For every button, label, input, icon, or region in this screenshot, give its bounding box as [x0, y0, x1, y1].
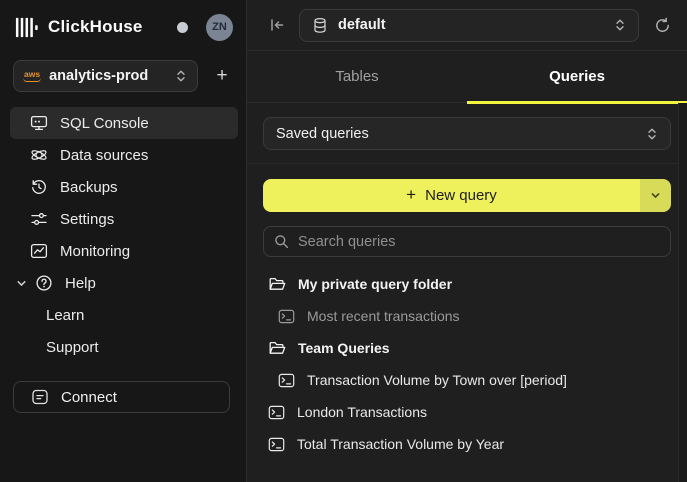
- connect-button[interactable]: Connect: [13, 381, 230, 413]
- add-service-button[interactable]: +: [206, 60, 238, 92]
- data-sources-icon: [30, 146, 48, 164]
- sidebar-item-backups[interactable]: Backups: [10, 171, 238, 203]
- query-item-total-transaction-volume-by-year[interactable]: Total Transaction Volume by Year: [263, 428, 671, 460]
- query-icon: [268, 437, 285, 452]
- aws-icon: aws: [24, 70, 40, 82]
- folder-open-icon: [268, 276, 286, 292]
- folder-open-icon: [268, 340, 286, 356]
- chevron-down-icon: [16, 278, 27, 289]
- tab-queries[interactable]: Queries: [467, 51, 687, 102]
- connect-label: Connect: [61, 389, 117, 406]
- sidebar-item-label: Support: [46, 339, 99, 356]
- tab-tables[interactable]: Tables: [247, 51, 467, 102]
- sidebar-item-label: Monitoring: [60, 243, 130, 260]
- query-item-most-recent-transactions[interactable]: Most recent transactions: [263, 300, 671, 332]
- service-row: aws analytics-prod +: [0, 54, 246, 92]
- sidebar-item-learn[interactable]: Learn: [10, 299, 238, 331]
- panel-content: Saved queries + New query: [247, 103, 687, 482]
- sidebar-item-label: Data sources: [60, 147, 148, 164]
- query-icon: [268, 405, 285, 420]
- sidebar-item-monitoring[interactable]: Monitoring: [10, 235, 238, 267]
- database-selector[interactable]: default: [299, 9, 639, 42]
- search-icon: [274, 234, 289, 249]
- query-item-transaction-volume-by-town-over-period[interactable]: Transaction Volume by Town over [period]: [263, 364, 671, 396]
- monitoring-icon: [30, 242, 48, 260]
- query-item-label: Total Transaction Volume by Year: [297, 436, 504, 452]
- sidebar-item-support[interactable]: Support: [10, 331, 238, 363]
- sidebar: ClickHouse ZN aws analytics-prod + SQL C…: [0, 0, 247, 482]
- saved-queries-selector[interactable]: Saved queries: [263, 117, 671, 150]
- service-selector[interactable]: aws analytics-prod: [13, 60, 198, 92]
- query-item-label: Most recent transactions: [307, 308, 460, 324]
- service-name: analytics-prod: [49, 68, 166, 84]
- sidebar-item-data-sources[interactable]: Data sources: [10, 139, 238, 171]
- tab-label: Queries: [549, 68, 605, 85]
- query-item-label: London Transactions: [297, 404, 427, 420]
- queries-panel: default Tables Queries Saved queries: [247, 0, 687, 482]
- query-icon: [278, 309, 295, 324]
- chevron-updown-icon: [175, 69, 187, 83]
- clickhouse-logo-icon: [14, 15, 39, 40]
- brand-row: ClickHouse ZN: [0, 0, 246, 54]
- new-query-label: New query: [425, 187, 497, 204]
- database-icon: [312, 17, 328, 34]
- new-query-dropdown-button[interactable]: [640, 179, 671, 212]
- new-query-button[interactable]: + New query: [263, 179, 671, 212]
- refresh-icon[interactable]: [652, 15, 673, 36]
- console-icon: [30, 114, 48, 132]
- database-name: default: [338, 17, 604, 33]
- tab-bar: Tables Queries: [247, 51, 687, 103]
- help-icon: [35, 274, 53, 292]
- tab-label: Tables: [335, 68, 378, 85]
- query-item-label: Transaction Volume by Town over [period]: [307, 372, 567, 388]
- query-folder-label: Team Queries: [298, 340, 390, 356]
- status-dot: [177, 22, 188, 33]
- chevron-down-icon: [650, 190, 661, 201]
- query-item-london-transactions[interactable]: London Transactions: [263, 396, 671, 428]
- sidebar-item-help[interactable]: Help: [10, 267, 238, 299]
- brand-title: ClickHouse: [48, 17, 143, 37]
- search-queries-input[interactable]: [298, 234, 660, 250]
- connect-icon: [31, 388, 49, 406]
- plus-icon: +: [406, 185, 416, 205]
- new-query-main[interactable]: + New query: [263, 179, 640, 212]
- collapse-panel-icon[interactable]: [268, 16, 286, 34]
- sidebar-item-label: Learn: [46, 307, 84, 324]
- avatar[interactable]: ZN: [206, 14, 233, 41]
- sidebar-item-settings[interactable]: Settings: [10, 203, 238, 235]
- panel-topbar: default: [247, 0, 687, 51]
- saved-queries-label: Saved queries: [276, 126, 636, 142]
- query-icon: [278, 373, 295, 388]
- sidebar-item-label: SQL Console: [60, 115, 149, 132]
- chevron-updown-icon: [614, 18, 626, 32]
- sidebar-item-sql-console[interactable]: SQL Console: [10, 107, 238, 139]
- sidebar-item-label: Help: [65, 275, 96, 292]
- query-list: My private query folder Most recent trans…: [263, 268, 671, 460]
- query-folder-my-private-query-folder[interactable]: My private query folder: [263, 268, 671, 300]
- saved-queries-section: Saved queries: [247, 117, 687, 164]
- chevron-updown-icon: [646, 127, 658, 141]
- backups-icon: [30, 178, 48, 196]
- scrollbar[interactable]: [678, 103, 687, 482]
- query-folder-label: My private query folder: [298, 276, 452, 292]
- sidebar-item-label: Settings: [60, 211, 114, 228]
- query-folder-team-queries[interactable]: Team Queries: [263, 332, 671, 364]
- sidebar-item-label: Backups: [60, 179, 118, 196]
- sidebar-nav: SQL Console Data sources Backups Settings Mo…: [0, 107, 246, 363]
- settings-icon: [30, 210, 48, 228]
- search-queries-box: [263, 226, 671, 257]
